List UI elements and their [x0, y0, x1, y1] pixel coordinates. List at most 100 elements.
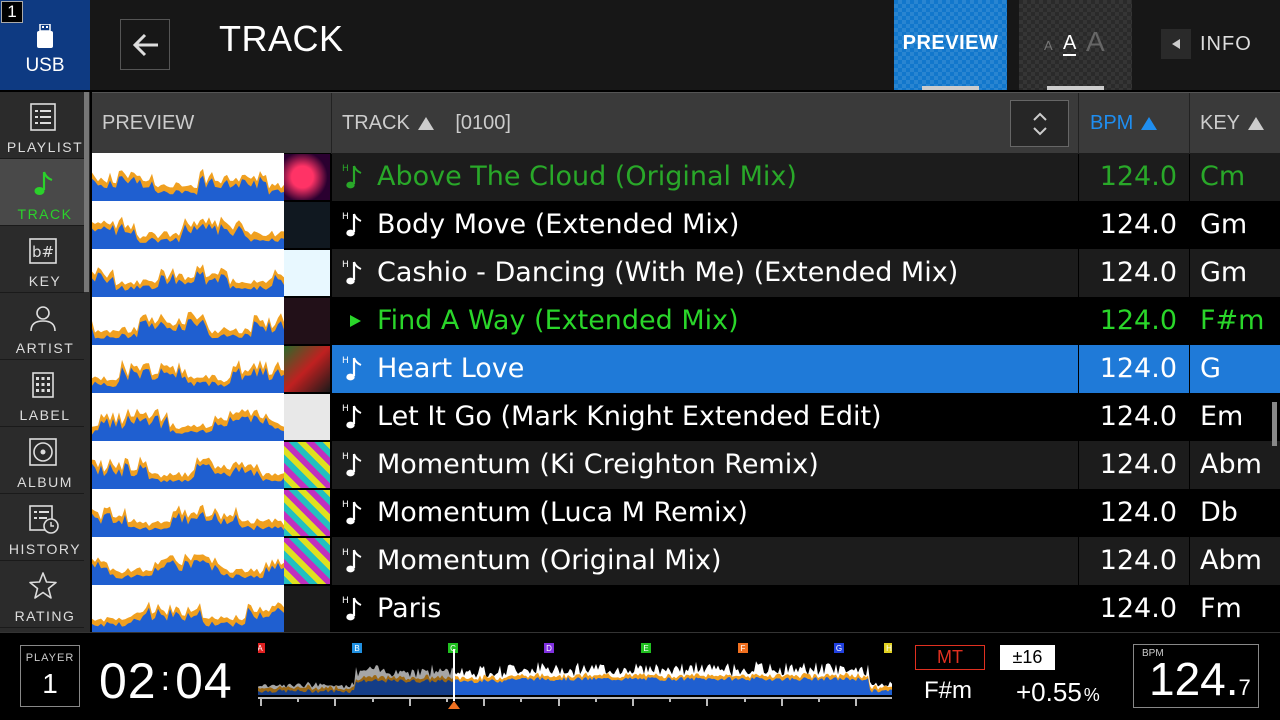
bpm-cell: 124.0	[1079, 153, 1189, 201]
track-list-scrollbar[interactable]	[1272, 402, 1277, 446]
column-header-preview: PREVIEW	[102, 112, 195, 134]
track-bpm: 124.0	[1099, 353, 1177, 384]
track-cell: H Momentum (Ki Creighton Remix)	[332, 441, 1078, 489]
time-minutes: 02	[99, 653, 157, 709]
table-row[interactable]: H Body Move (Extended Mix) 124.0 Gm	[92, 201, 1280, 249]
track-title: Body Move (Extended Mix)	[377, 209, 740, 240]
overview-tick	[483, 697, 485, 706]
sort-ascending-icon	[417, 117, 434, 130]
cue-point-marker	[448, 701, 460, 709]
person-icon	[30, 306, 56, 332]
sidebar-item-key[interactable]: b# KEY	[0, 226, 84, 293]
album-art	[284, 250, 330, 296]
column-divider	[331, 93, 332, 154]
waveform-preview[interactable]	[92, 441, 284, 489]
sidebar-item-rating[interactable]: RATING	[0, 561, 84, 628]
hot-cue-marker[interactable]: D	[544, 643, 554, 653]
hot-cue-marker[interactable]: E	[641, 643, 651, 653]
waveform-preview[interactable]	[92, 585, 284, 632]
sidebar-item-label: HISTORY	[8, 541, 82, 557]
pitch-value: +0.55	[1016, 677, 1082, 707]
disc-icon	[29, 438, 57, 466]
album-art	[284, 394, 330, 440]
table-row[interactable]: H Momentum (Ki Creighton Remix) 124.0 Abm	[92, 441, 1280, 489]
table-row[interactable]: H Momentum (Original Mix) 124.0 Abm	[92, 537, 1280, 585]
caret-left-icon	[1172, 39, 1180, 49]
top-bar: 1 USB TRACK PREVIEW A A A INFO	[0, 0, 1280, 90]
svg-text:H: H	[342, 548, 349, 558]
pitch-unit: %	[1083, 685, 1100, 705]
svg-text:E: E	[643, 644, 648, 653]
table-row[interactable]: H Let It Go (Mark Knight Extended Edit) 12…	[92, 393, 1280, 441]
table-row[interactable]: H Momentum (Luca M Remix) 124.0 Db	[92, 489, 1280, 537]
sidebar-item-label[interactable]: LABEL	[0, 360, 84, 427]
album-art	[284, 442, 330, 488]
waveform-preview[interactable]	[92, 249, 284, 297]
sidebar-item-label: ARTIST	[15, 340, 75, 356]
track-cell: H Momentum (Luca M Remix)	[332, 489, 1078, 537]
usb-source-button[interactable]: 1 USB	[0, 0, 90, 90]
waveform-preview[interactable]	[92, 297, 284, 345]
table-header: PREVIEW TRACK [0100] BPM KEY	[92, 92, 1280, 154]
playlist-icon	[30, 103, 56, 131]
track-bpm: 124.0	[1099, 593, 1177, 624]
music-note-icon: H	[342, 260, 362, 285]
font-small-option: A	[1044, 38, 1053, 53]
waveform-preview[interactable]	[92, 489, 284, 537]
sidebar-item-artist[interactable]: ARTIST	[0, 293, 84, 360]
track-cell: H Cashio - Dancing (With Me) (Extended Mi…	[332, 249, 1078, 297]
column-header-key[interactable]: KEY	[1200, 93, 1265, 154]
table-row[interactable]: H Above The Cloud (Original Mix) 124.0 Cm	[92, 153, 1280, 201]
overview-tick	[558, 697, 560, 706]
overview-tick	[297, 697, 299, 702]
table-row[interactable]: H Cashio - Dancing (With Me) (Extended Mi…	[92, 249, 1280, 297]
usb-icon	[37, 24, 53, 48]
sidebar-item-history[interactable]: HISTORY	[0, 494, 84, 561]
label-grid-icon	[32, 372, 54, 398]
star-icon	[29, 572, 57, 599]
album-art	[284, 346, 330, 392]
preview-toggle-button[interactable]: PREVIEW	[894, 0, 1007, 90]
waveform-preview[interactable]	[92, 537, 284, 585]
table-row[interactable]: H Paris 124.0 Fm	[92, 585, 1280, 632]
hot-cue-marker[interactable]: B	[352, 643, 362, 653]
waveform-preview[interactable]	[92, 201, 284, 249]
waveform-preview[interactable]	[92, 153, 284, 201]
hot-cue-marker[interactable]: A	[258, 643, 265, 653]
history-icon	[29, 505, 59, 534]
font-size-button[interactable]: A A A	[1019, 0, 1132, 90]
hot-cue-marker[interactable]: G	[834, 643, 844, 653]
column-header-track[interactable]: TRACK [0100]	[342, 93, 511, 154]
track-bpm: 124.0	[1099, 497, 1177, 528]
sort-ascending-icon	[1141, 117, 1158, 130]
sidebar-item-label: LABEL	[19, 407, 71, 423]
track-count: [0100]	[455, 112, 511, 134]
sidebar-item-playlist[interactable]: PLAYLIST	[0, 92, 84, 159]
hot-cue-marker[interactable]: H	[884, 643, 892, 653]
sidebar-item-track[interactable]: TRACK	[0, 159, 84, 226]
back-button[interactable]	[120, 19, 170, 70]
key-cell: Gm	[1190, 201, 1280, 249]
svg-text:H: H	[342, 356, 349, 366]
waveform-preview[interactable]	[92, 345, 284, 393]
svg-text:H: H	[342, 452, 349, 462]
hot-cue-marker[interactable]: F	[738, 643, 748, 653]
music-note-icon: H	[342, 596, 362, 621]
music-note-icon: H	[342, 212, 362, 237]
music-note-icon	[34, 171, 53, 195]
waveform-overview[interactable]: ABCDEFGH	[258, 639, 892, 715]
key-cell: Gm	[1190, 249, 1280, 297]
track-bpm: 124.0	[1099, 209, 1177, 240]
svg-text:A: A	[258, 644, 263, 653]
svg-text:H: H	[342, 212, 349, 222]
key-cell: Abm	[1190, 441, 1280, 489]
sort-toggle-button[interactable]	[1010, 100, 1069, 147]
table-row[interactable]: H Heart Love 124.0 G	[92, 345, 1280, 393]
overview-tick	[520, 697, 522, 702]
music-note-icon: H	[342, 500, 362, 525]
column-header-bpm[interactable]: BPM	[1090, 93, 1158, 154]
sidebar-item-album[interactable]: ALBUM	[0, 427, 84, 494]
waveform-preview[interactable]	[92, 393, 284, 441]
table-row[interactable]: Find A Way (Extended Mix) 124.0 F#m	[92, 297, 1280, 345]
sidebar-scrollbar[interactable]	[84, 92, 89, 292]
